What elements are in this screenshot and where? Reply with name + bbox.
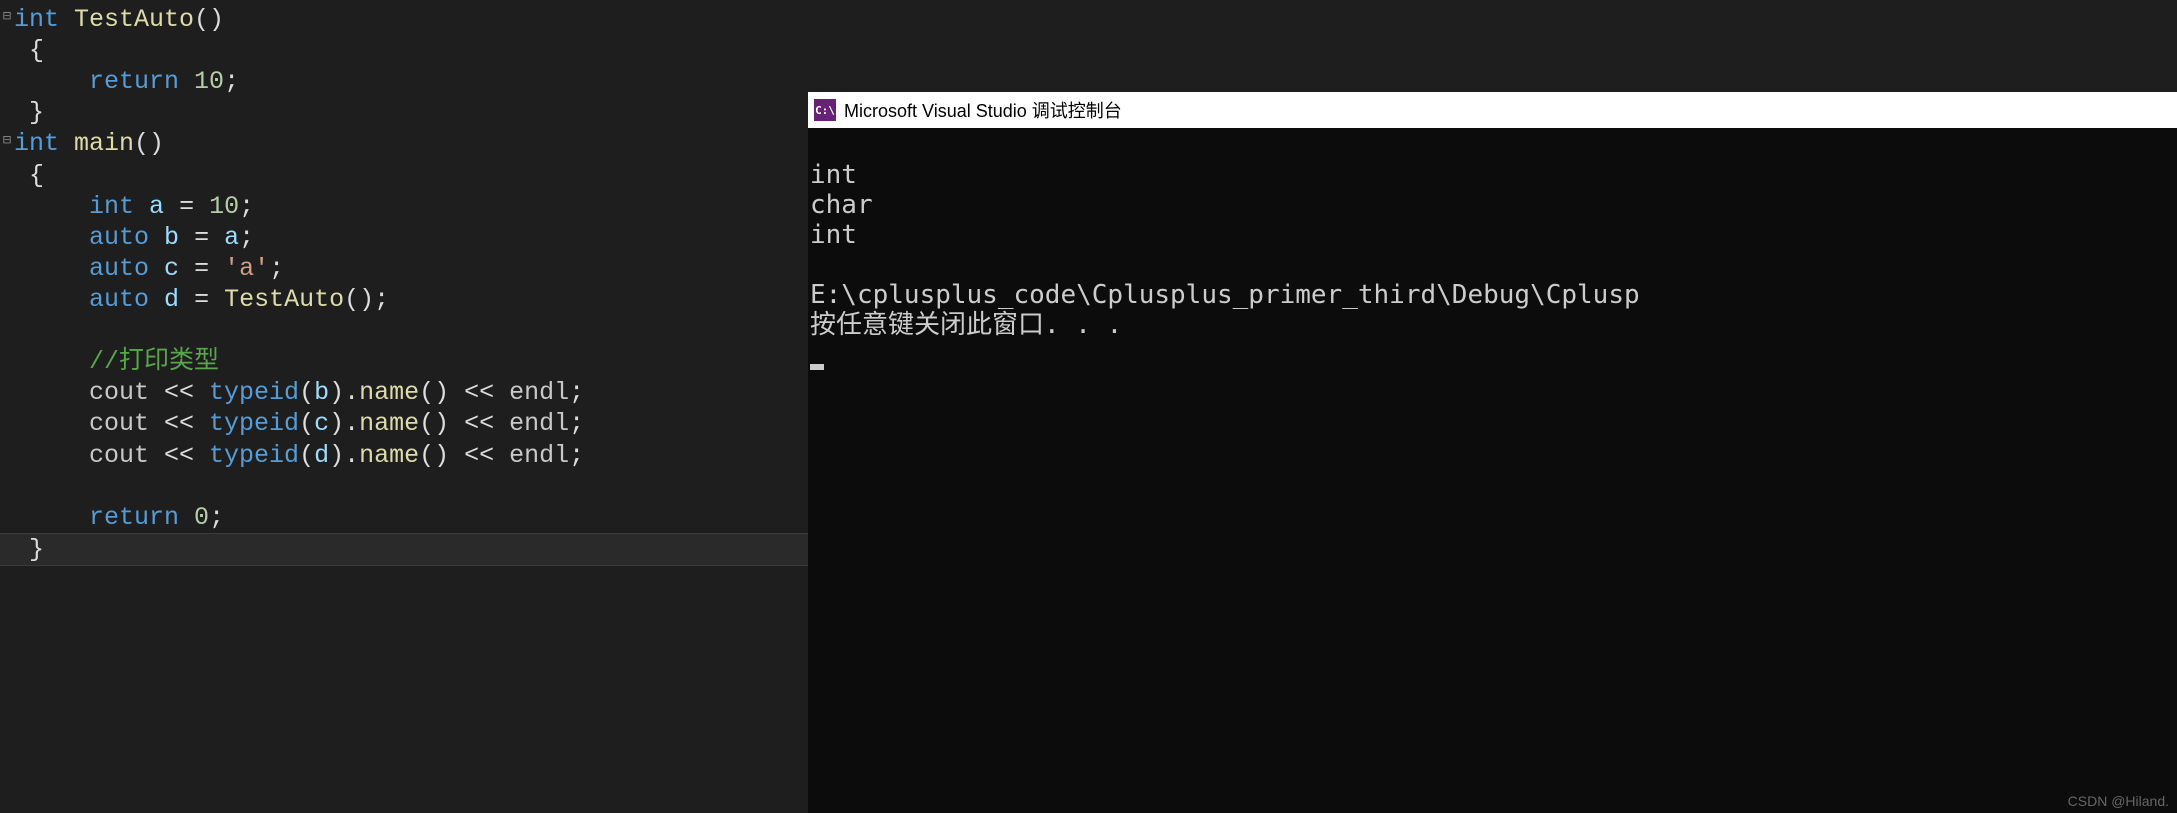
cursor-icon xyxy=(810,364,824,370)
console-line: int xyxy=(810,160,857,190)
console-line: int xyxy=(810,220,857,250)
code-line[interactable]: { xyxy=(0,160,808,191)
console-titlebar[interactable]: C:\ Microsoft Visual Studio 调试控制台 xyxy=(808,92,2177,128)
watermark: CSDN @Hiland. xyxy=(2068,793,2169,809)
console-line: 按任意键关闭此窗口. . . xyxy=(810,310,1122,340)
console-title: Microsoft Visual Studio 调试控制台 xyxy=(844,97,1122,123)
console-line: char xyxy=(810,190,873,220)
code-line[interactable]: return 0; xyxy=(0,502,808,533)
console-line: E:\cplusplus_code\Cplusplus_primer_third… xyxy=(810,280,1640,310)
code-line[interactable]: cout << typeid(c).name() << endl; xyxy=(0,408,808,439)
code-line[interactable]: //打印类型 xyxy=(0,346,808,377)
code-line[interactable] xyxy=(0,471,808,502)
code-line[interactable]: } xyxy=(0,97,808,128)
code-line[interactable]: ⊟int TestAuto() xyxy=(0,4,808,35)
vs-icon: C:\ xyxy=(814,99,836,121)
code-line[interactable]: return 10; xyxy=(0,66,808,97)
code-line-current[interactable]: } xyxy=(0,533,808,566)
code-line[interactable]: auto c = 'a'; xyxy=(0,253,808,284)
debug-console-window: C:\ Microsoft Visual Studio 调试控制台 int ch… xyxy=(808,92,2177,813)
code-line[interactable]: int a = 10; xyxy=(0,191,808,222)
fold-icon[interactable]: ⊟ xyxy=(0,2,14,33)
code-editor[interactable]: ⊟int TestAuto() { return 10; } ⊟int main… xyxy=(0,0,808,813)
code-line[interactable]: auto b = a; xyxy=(0,222,808,253)
fold-icon[interactable]: ⊟ xyxy=(0,126,14,157)
code-line[interactable]: cout << typeid(b).name() << endl; xyxy=(0,377,808,408)
code-line[interactable]: cout << typeid(d).name() << endl; xyxy=(0,440,808,471)
code-line[interactable]: { xyxy=(0,35,808,66)
code-line[interactable] xyxy=(0,315,808,346)
code-line[interactable]: ⊟int main() xyxy=(0,128,808,159)
code-line[interactable]: auto d = TestAuto(); xyxy=(0,284,808,315)
console-output[interactable]: int char int E:\cplusplus_code\Cplusplus… xyxy=(808,128,2177,370)
